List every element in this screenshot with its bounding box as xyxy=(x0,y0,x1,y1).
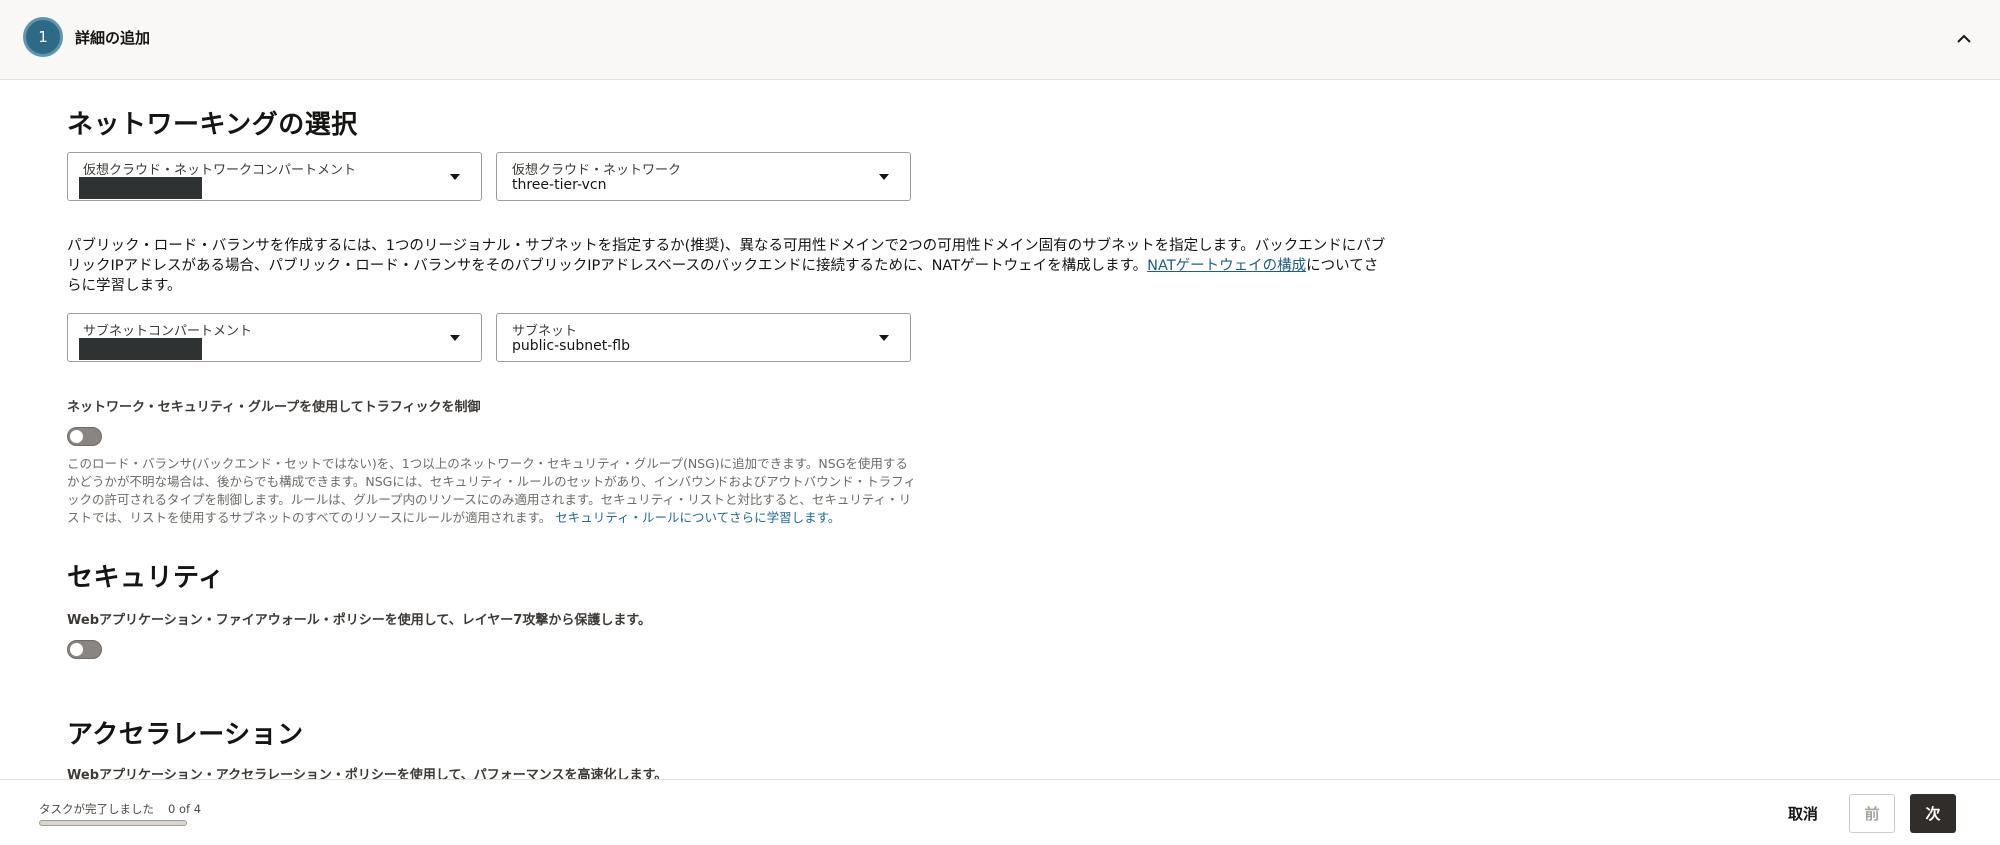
task-count: 0 of 4 xyxy=(168,802,202,816)
subnet-compartment-label: サブネットコンパートメント xyxy=(83,324,253,339)
nat-gateway-link[interactable]: NATゲートウェイの構成 xyxy=(1147,258,1306,274)
nsg-label: ネットワーク・セキュリティ・グループを使用してトラフィックを制御 xyxy=(67,400,481,415)
nsg-help: このロード・バランサ(バックエンド・セットではない)を、1つ以上のネットワーク・… xyxy=(67,455,917,527)
task-progress-bar xyxy=(39,820,187,826)
nsg-toggle[interactable] xyxy=(67,427,102,446)
next-button[interactable]: 次 xyxy=(1910,794,1956,833)
redacted-value xyxy=(79,177,202,199)
redacted-value xyxy=(79,338,202,360)
step-header[interactable]: 1 詳細の追加 xyxy=(0,0,2000,80)
subnet-select[interactable]: サブネット public-subnet-flb xyxy=(496,313,911,362)
networking-heading: ネットワーキングの選択 xyxy=(67,110,358,140)
networking-description: パブリック・ロード・バランサを作成するには、1つのリージョナル・サブネットを指定… xyxy=(67,236,1387,296)
subnet-compartment-select[interactable]: サブネットコンパートメント xyxy=(67,313,482,362)
wizard-footer: タスクが完了しました 0 of 4 取消 前 次 xyxy=(0,779,2000,845)
subnet-value: public-subnet-flb xyxy=(512,338,630,354)
security-rules-link[interactable]: セキュリティ・ルールについてさらに学習します。 xyxy=(555,510,840,525)
caret-down-icon xyxy=(879,335,889,341)
caret-down-icon xyxy=(879,174,889,180)
vcn-compartment-select[interactable]: 仮想クラウド・ネットワークコンパートメント xyxy=(67,152,482,201)
step-number-badge: 1 xyxy=(23,17,63,57)
vcn-compartment-label: 仮想クラウド・ネットワークコンパートメント xyxy=(83,163,357,178)
security-heading: セキュリティ xyxy=(67,563,225,593)
vcn-value: three-tier-vcn xyxy=(512,177,607,193)
step-title: 詳細の追加 xyxy=(75,29,151,47)
previous-button[interactable]: 前 xyxy=(1849,794,1895,833)
waf-toggle[interactable] xyxy=(67,640,102,659)
acceleration-heading: アクセラレーション xyxy=(67,720,304,750)
task-progress-label: タスクが完了しました 0 of 4 xyxy=(39,801,201,817)
toggle-knob xyxy=(70,643,83,656)
collapse-button[interactable] xyxy=(1950,24,1978,52)
task-complete-text: タスクが完了しました xyxy=(39,802,154,816)
subnet-label: サブネット xyxy=(512,324,578,339)
caret-down-icon xyxy=(450,174,460,180)
vcn-select[interactable]: 仮想クラウド・ネットワーク three-tier-vcn xyxy=(496,152,911,201)
caret-down-icon xyxy=(450,335,460,341)
vcn-label: 仮想クラウド・ネットワーク xyxy=(512,163,682,178)
toggle-knob xyxy=(70,430,83,443)
chevron-up-icon xyxy=(1957,34,1971,43)
cancel-button[interactable]: 取消 xyxy=(1770,794,1836,833)
waf-label: Webアプリケーション・ファイアウォール・ポリシーを使用して、レイヤー7攻撃から… xyxy=(67,613,652,628)
